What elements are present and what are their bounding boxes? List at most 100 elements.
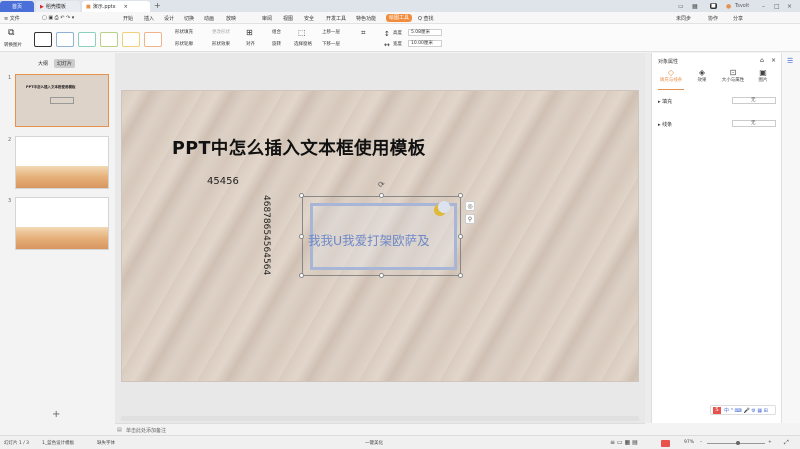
number-textbox[interactable]: 45456 bbox=[207, 176, 239, 187]
close-panel-icon[interactable]: × bbox=[771, 57, 776, 64]
maximize-icon[interactable]: □ bbox=[774, 3, 780, 10]
line-row[interactable]: ▸ 线条 bbox=[658, 121, 672, 128]
menu-slideshow[interactable]: 放映 bbox=[226, 15, 236, 22]
menu-view[interactable]: 视图 bbox=[283, 15, 293, 22]
resize-handle[interactable] bbox=[458, 234, 463, 239]
width-input[interactable]: 10.00厘米 bbox=[408, 40, 442, 47]
beautify-button[interactable]: 一键美化 bbox=[365, 440, 383, 446]
shape-effect-button[interactable]: 形状效果 bbox=[212, 41, 230, 47]
menu-animation[interactable]: 动画 bbox=[204, 15, 214, 22]
rotate-handle-icon[interactable]: ⟳ bbox=[378, 180, 385, 189]
menu-search[interactable]: Q 查找 bbox=[418, 15, 434, 22]
rotate-button[interactable]: 旋转 bbox=[272, 41, 281, 47]
menu-home[interactable]: 开始 bbox=[123, 15, 133, 22]
tab-outline[interactable]: 大纲 bbox=[38, 60, 48, 67]
fit-window-icon[interactable]: ⤢ bbox=[784, 439, 789, 447]
menu-file[interactable]: ≡ 文件 bbox=[4, 15, 20, 22]
horizontal-scrollbar[interactable] bbox=[121, 416, 639, 421]
edit-shape-icon[interactable]: ⚲ bbox=[465, 214, 475, 224]
fill-row[interactable]: ▸ 填充 bbox=[658, 98, 672, 105]
shape-fill-button[interactable]: 形状填充 bbox=[175, 29, 193, 35]
height-input[interactable]: 5.08厘米 bbox=[408, 29, 442, 36]
collab-button[interactable]: 协作 bbox=[708, 15, 718, 22]
resize-handle[interactable] bbox=[299, 193, 304, 198]
tab-size-props[interactable]: ⊡ 大小与属性 bbox=[720, 68, 746, 83]
theme-name[interactable]: 1_蓝色设计模板 bbox=[42, 440, 74, 446]
textbox-text[interactable]: 我我U我爱打架欧萨及 bbox=[308, 230, 430, 249]
slide-thumbnail-2[interactable] bbox=[15, 136, 109, 189]
notes-placeholder[interactable]: 单击此处添加备注 bbox=[126, 427, 166, 434]
zoom-out-icon[interactable]: – bbox=[700, 440, 702, 445]
slide-title[interactable]: PPT中怎么插入文本框使用模板 bbox=[172, 135, 426, 160]
sync-status[interactable]: 未同步 bbox=[676, 15, 691, 22]
style-preset-3[interactable] bbox=[78, 32, 96, 47]
undo-icons[interactable]: ▢ ▣ ⎙ ↶ ↷ ▾ bbox=[42, 15, 74, 21]
slide-thumbnail-1[interactable]: PPT中怎么插入文本框使用模板 bbox=[15, 74, 109, 127]
layout-options-icon[interactable]: ◎ bbox=[465, 201, 475, 211]
tab-docer[interactable]: ▶ 稻壳模板 bbox=[36, 1, 80, 12]
menu-design[interactable]: 设计 bbox=[164, 15, 174, 22]
pin-icon[interactable]: ⌂ bbox=[760, 57, 764, 64]
zoom-slider-thumb[interactable] bbox=[736, 441, 740, 445]
align-button[interactable]: 对齐 bbox=[246, 41, 255, 47]
tab-slides[interactable]: 幻灯片 bbox=[54, 59, 76, 68]
resize-handle[interactable] bbox=[299, 273, 304, 278]
menu-security[interactable]: 安全 bbox=[304, 15, 314, 22]
style-preset-6[interactable] bbox=[144, 32, 162, 47]
shape-outline-button[interactable]: 形状轮廓 bbox=[175, 41, 193, 47]
notes-bar[interactable]: ▤ 单击此处添加备注 bbox=[115, 423, 645, 435]
change-shape-button[interactable]: 更改形状 bbox=[212, 29, 230, 35]
user-name[interactable]: Tsvolt bbox=[735, 3, 749, 9]
menu-review[interactable]: 审阅 bbox=[262, 15, 272, 22]
vertical-textbox[interactable]: 46878654564564 bbox=[261, 195, 271, 275]
convert-image-button[interactable]: 转换图片 bbox=[4, 42, 22, 48]
side-toolbar: ☰ bbox=[781, 53, 800, 423]
resize-handle[interactable] bbox=[458, 193, 463, 198]
tab-picture[interactable]: ▣ 图片 bbox=[750, 68, 776, 83]
minimize-icon[interactable]: – bbox=[762, 3, 765, 10]
menu-developer[interactable]: 开发工具 bbox=[326, 15, 346, 22]
missing-font-button[interactable]: 缺失字体 bbox=[97, 440, 115, 446]
slide-thumbnail-3[interactable] bbox=[15, 197, 109, 250]
apps-icon[interactable]: ▦ bbox=[692, 3, 698, 10]
fill-select[interactable]: 无 bbox=[732, 97, 776, 104]
menu-insert[interactable]: 插入 bbox=[144, 15, 154, 22]
resize-handle[interactable] bbox=[379, 273, 384, 278]
group-button[interactable]: 组合 bbox=[272, 29, 281, 35]
desert-image bbox=[16, 227, 108, 249]
play-icon[interactable] bbox=[661, 440, 670, 447]
tab-home[interactable]: 首页 bbox=[0, 1, 34, 12]
line-select[interactable]: 无 bbox=[732, 120, 776, 127]
input-method-bar[interactable]: S 中 ° ⌨ 🎤 ⚙ ▦ ⊞ bbox=[710, 405, 776, 415]
style-preset-5[interactable] bbox=[122, 32, 140, 47]
tab-fill-line[interactable]: ◇ 填充与线条 bbox=[658, 68, 684, 83]
send-backward-button[interactable]: 下移一层 bbox=[322, 41, 340, 47]
zoom-level[interactable]: 97% bbox=[684, 440, 694, 445]
tab-document[interactable]: ■ 演示.pptx × bbox=[82, 1, 150, 12]
select-pane-button[interactable]: 选择窗格 bbox=[294, 41, 312, 47]
bring-forward-button[interactable]: 上移一层 bbox=[322, 29, 340, 35]
share-button[interactable]: 分享 bbox=[733, 15, 743, 22]
close-tab-icon[interactable]: × bbox=[124, 4, 128, 10]
slide[interactable]: PPT中怎么插入文本框使用模板 45456 46878654564564 我我U… bbox=[121, 90, 639, 382]
menu-special[interactable]: 特色功能 bbox=[356, 15, 376, 22]
resize-handle[interactable] bbox=[379, 193, 384, 198]
tab-effects[interactable]: ◈ 效果 bbox=[689, 68, 715, 83]
properties-icon[interactable]: ☰ bbox=[787, 57, 793, 65]
window-layout-icon[interactable]: ▭ bbox=[678, 3, 684, 10]
badge-icon[interactable]: ■ bbox=[710, 3, 717, 9]
menu-drawing-tools[interactable]: 绘图工具 bbox=[386, 14, 413, 22]
avatar[interactable]: ● bbox=[726, 3, 731, 10]
resize-handle[interactable] bbox=[299, 234, 304, 239]
style-preset-4[interactable] bbox=[100, 32, 118, 47]
add-slide-button[interactable]: + bbox=[52, 409, 60, 420]
select-pane-icon: ⬚ bbox=[298, 28, 306, 37]
style-preset-2[interactable] bbox=[56, 32, 74, 47]
view-mode-icons[interactable]: ≡ ▭ ▦ ▤ bbox=[610, 439, 638, 446]
style-preset-1[interactable] bbox=[34, 32, 52, 47]
zoom-in-icon[interactable]: + bbox=[768, 440, 772, 445]
resize-handle[interactable] bbox=[458, 273, 463, 278]
new-tab-button[interactable]: + bbox=[154, 1, 161, 10]
close-window-icon[interactable]: × bbox=[787, 3, 792, 10]
menu-transition[interactable]: 切换 bbox=[184, 15, 194, 22]
